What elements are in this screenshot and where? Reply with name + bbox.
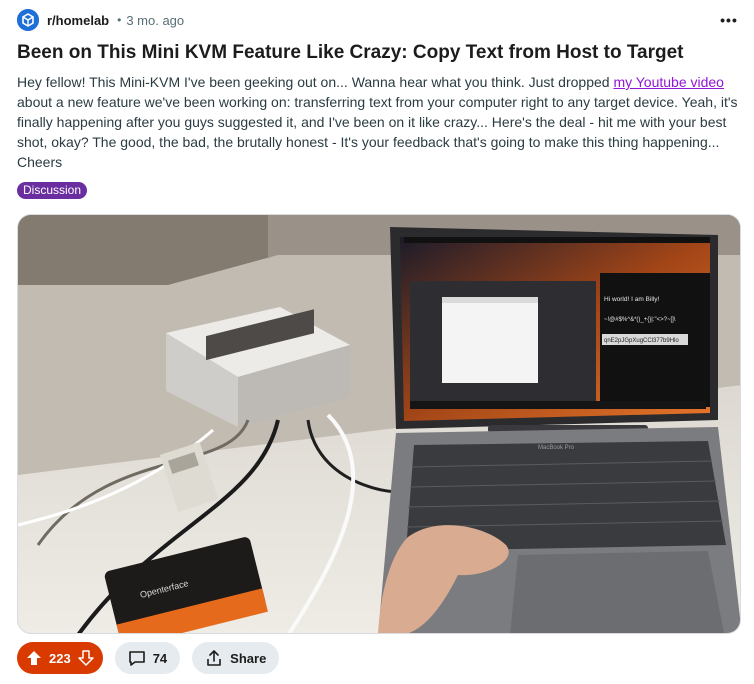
screen-line-2: ~!@#$%^&*()_+{}|:"<>?~[]\ bbox=[604, 317, 676, 323]
subreddit-name[interactable]: r/homelab bbox=[47, 13, 109, 28]
subreddit-icon[interactable] bbox=[17, 9, 39, 31]
post-image[interactable]: Openterface Hi world! I am Billy! ~!@#$%… bbox=[17, 214, 741, 634]
comments-button[interactable]: 74 bbox=[114, 642, 181, 674]
meta-separator: • bbox=[117, 13, 122, 27]
laptop-label: MacBook Pro bbox=[538, 445, 575, 451]
post-meta: r/homelab • 3 mo. ago bbox=[17, 9, 184, 31]
share-button[interactable]: Share bbox=[192, 642, 280, 674]
post-body-text-continued: about a new feature we've been working o… bbox=[17, 94, 738, 170]
vote-count: 223 bbox=[49, 650, 71, 666]
action-bar: 223 74 Share bbox=[17, 642, 280, 674]
flair-badge[interactable]: Discussion bbox=[17, 182, 88, 199]
comment-count: 74 bbox=[152, 650, 168, 666]
post-title[interactable]: Been on This Mini KVM Feature Like Crazy… bbox=[17, 40, 737, 65]
comment-icon bbox=[127, 648, 147, 668]
post-photo: Openterface Hi world! I am Billy! ~!@#$%… bbox=[18, 215, 740, 633]
screen-line-3: qnE2pJGpXugCCl377b9Hlo bbox=[604, 338, 679, 344]
upvote-icon[interactable] bbox=[25, 649, 43, 667]
post-body-text: Hey fellow! This Mini-KVM I've been geek… bbox=[17, 74, 614, 90]
screen-line-1: Hi world! I am Billy! bbox=[604, 296, 659, 303]
share-label: Share bbox=[230, 650, 267, 666]
more-icon[interactable]: ••• bbox=[718, 11, 740, 29]
post-age: 3 mo. ago bbox=[126, 12, 185, 28]
downvote-icon[interactable] bbox=[77, 649, 95, 667]
vote-control: 223 bbox=[17, 642, 103, 674]
post-card: r/homelab • 3 mo. ago ••• Been on This M… bbox=[0, 0, 754, 684]
post-body: Hey fellow! This Mini-KVM I've been geek… bbox=[17, 72, 739, 172]
youtube-video-link[interactable]: my Youtube video bbox=[613, 74, 724, 90]
share-icon bbox=[204, 648, 224, 668]
